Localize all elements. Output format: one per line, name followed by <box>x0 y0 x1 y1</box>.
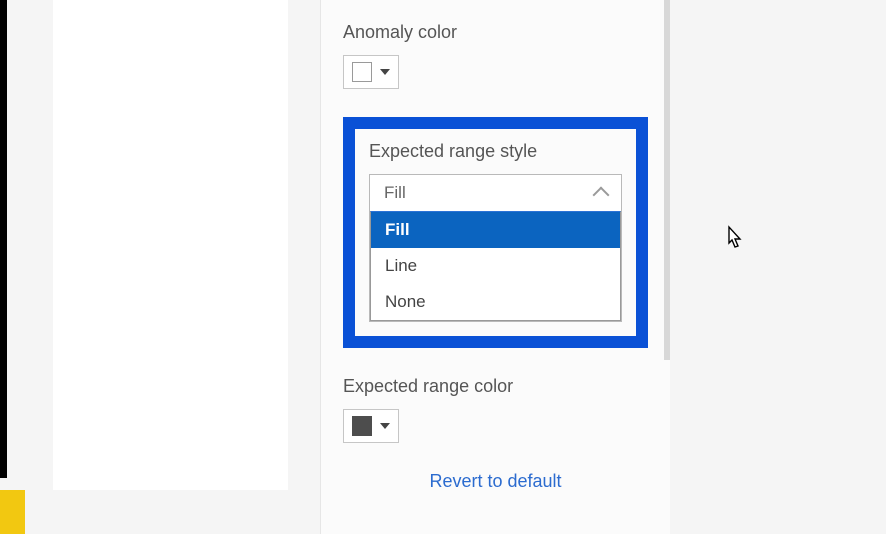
left-edge-strip <box>0 0 7 478</box>
expected-range-color-picker[interactable] <box>343 409 399 443</box>
canvas-area <box>0 0 320 534</box>
chevron-up-icon <box>593 187 610 204</box>
caret-down-icon <box>380 69 390 75</box>
anomaly-color-section: Anomaly color <box>343 22 648 89</box>
expected-range-style-select[interactable]: Fill Fill Line None <box>369 174 622 322</box>
color-swatch-icon <box>352 416 372 436</box>
report-canvas <box>53 0 288 490</box>
select-current-text: Fill <box>384 183 406 203</box>
anomaly-color-label: Anomaly color <box>343 22 648 43</box>
revert-to-default-link[interactable]: Revert to default <box>343 471 648 492</box>
format-panel: Anomaly color Expected range style Fill … <box>320 0 670 534</box>
dropdown-option-line[interactable]: Line <box>371 248 620 284</box>
color-swatch-icon <box>352 62 372 82</box>
select-current-value[interactable]: Fill <box>370 175 621 211</box>
expected-range-color-label: Expected range color <box>343 376 648 397</box>
expected-range-color-section: Expected range color <box>343 376 648 443</box>
dropdown-option-none[interactable]: None <box>371 284 620 320</box>
bottom-accent-strip <box>0 490 25 534</box>
dropdown-option-fill[interactable]: Fill <box>371 212 620 248</box>
right-gutter <box>670 0 886 534</box>
expected-range-style-label: Expected range style <box>369 141 622 162</box>
caret-down-icon <box>380 423 390 429</box>
anomaly-color-picker[interactable] <box>343 55 399 89</box>
expected-range-style-highlight: Expected range style Fill Fill Line None <box>343 117 648 348</box>
expected-range-style-dropdown: Fill Line None <box>370 211 621 321</box>
